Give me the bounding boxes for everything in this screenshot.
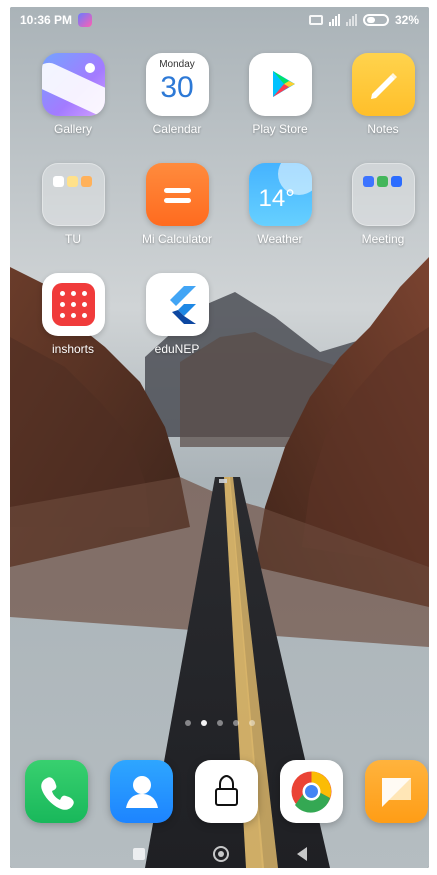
battery-icon [362, 14, 389, 26]
folder-mini-icon [376, 176, 388, 187]
app-inshorts[interactable]: inshorts [29, 273, 117, 356]
dot [59, 313, 65, 318]
phone-icon [41, 777, 74, 810]
calendar-day: 30 [160, 71, 194, 104]
status-left: 10:36 PM [20, 13, 93, 27]
inshorts-icon [41, 273, 105, 336]
status-app-badge-icon [78, 13, 93, 27]
battery-percent: 32% [394, 13, 419, 27]
page-dot[interactable] [232, 720, 239, 726]
dot [81, 313, 87, 318]
chrome-icon [291, 771, 332, 813]
app-mi-calculator[interactable]: Mi Calculator [133, 163, 221, 246]
app-folder-meeting[interactable]: Meeting [339, 163, 427, 246]
dock-lock[interactable] [195, 760, 258, 823]
status-bar: 10:36 PM 32% [10, 7, 429, 33]
folder-icon [351, 163, 415, 226]
square-icon[interactable] [132, 848, 145, 860]
app-label: Play Store [252, 122, 308, 136]
app-label: Notes [367, 122, 399, 136]
app-label: Weather [257, 232, 303, 246]
dot [70, 313, 76, 318]
status-time: 10:36 PM [20, 13, 73, 27]
app-calendar[interactable]: Monday 30 Calendar [133, 53, 221, 136]
dock-chrome[interactable] [280, 760, 343, 823]
page-dot-active[interactable] [200, 720, 207, 726]
flutter-icon [145, 273, 209, 336]
circle-icon[interactable] [212, 846, 229, 862]
inshorts-square [51, 283, 95, 326]
navigation-bar [10, 839, 429, 868]
app-label: Calendar [152, 122, 202, 136]
app-weather[interactable]: 14° Weather [236, 163, 324, 246]
dot [70, 302, 76, 307]
dock-phone[interactable] [25, 760, 88, 823]
signal-icon-1 [328, 14, 340, 26]
weather-temperature: 14° [258, 185, 295, 212]
calculator-icon [145, 163, 209, 226]
volte-icon [308, 15, 323, 25]
weather-icon: 14° [248, 163, 312, 226]
dock-messages[interactable] [365, 760, 428, 823]
messages-icon [382, 778, 411, 807]
gallery-icon [41, 53, 105, 116]
back-triangle-icon[interactable] [296, 847, 307, 861]
calendar-icon: Monday 30 [145, 53, 209, 116]
app-label: Gallery [53, 122, 92, 136]
app-label: inshorts [51, 342, 95, 356]
lock-icon [215, 774, 238, 806]
app-label: TU [65, 232, 81, 246]
app-notes[interactable]: Notes [339, 53, 427, 136]
dot [59, 302, 65, 307]
signal-icon-2 [345, 14, 357, 26]
dot [81, 291, 87, 296]
page-dot[interactable] [248, 720, 255, 726]
play-store-logo [272, 71, 295, 97]
notes-icon [351, 53, 415, 116]
app-folder-tu[interactable]: TU [29, 163, 117, 246]
status-right: 32% [308, 13, 419, 27]
dot [81, 302, 87, 307]
flutter-logo [169, 286, 196, 324]
app-gallery[interactable]: Gallery [29, 53, 117, 136]
app-edunep[interactable]: eduNEP [133, 273, 221, 356]
folder-mini-icon [390, 176, 402, 187]
app-label: Meeting [361, 232, 405, 246]
app-play-store[interactable]: Play Store [236, 53, 324, 136]
dot [59, 291, 65, 296]
contacts-icon [126, 776, 158, 808]
folder-mini-icon [52, 176, 64, 187]
pencil-icon [370, 73, 397, 99]
play-store-icon [248, 53, 312, 116]
app-label: eduNEP [154, 342, 200, 356]
page-dot[interactable] [184, 720, 191, 726]
page-indicator [10, 720, 429, 726]
folder-icon [41, 163, 105, 226]
folder-mini-icon [80, 176, 92, 187]
folder-mini-icon [362, 176, 374, 187]
device-screen: 10:36 PM 32% Gallery Monday 30 Calendar [10, 7, 429, 868]
folder-mini-icon [66, 176, 78, 187]
app-label: Mi Calculator [141, 232, 213, 246]
dot [70, 291, 76, 296]
dock-contacts[interactable] [110, 760, 173, 823]
calendar-month: Monday [159, 59, 195, 70]
wallpaper [10, 7, 429, 868]
page-dot[interactable] [216, 720, 223, 726]
